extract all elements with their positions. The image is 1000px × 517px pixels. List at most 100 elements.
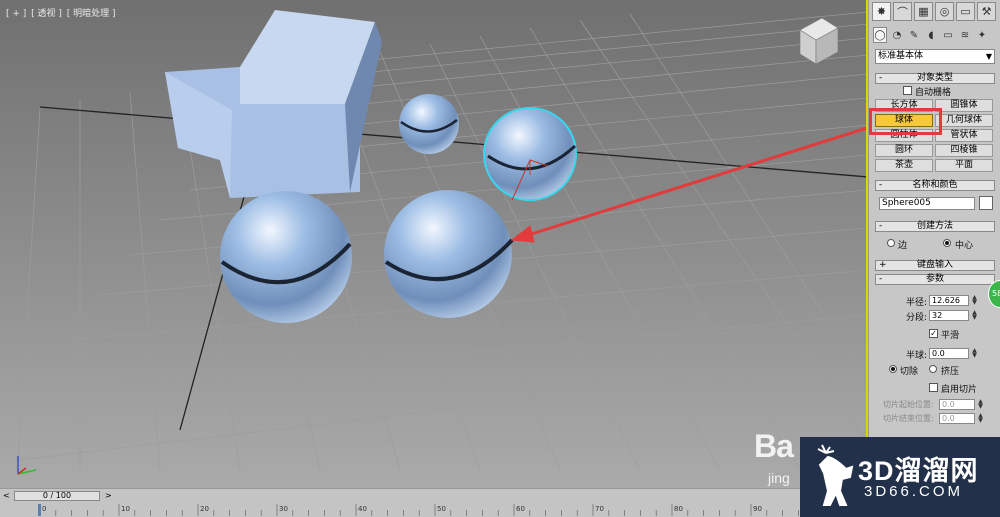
autogrid-checkbox[interactable] [903,86,912,95]
cameras-icon[interactable]: ◖ [924,27,938,43]
utilities-hammer-icon: ⚒ [981,5,992,18]
ruler-label: 60 [516,505,525,513]
chop-radio[interactable] [889,365,897,373]
systems-icon[interactable]: ✦ [975,27,989,43]
geometry-icon[interactable]: ◯ [873,27,887,43]
parameters-rollout-header[interactable]: - 参数 [875,274,995,285]
hierarchy-icon: ▦ [918,5,929,18]
edge-radio[interactable] [887,239,895,247]
category-dropdown[interactable]: 标准基本体 ▼ [875,49,995,64]
create-subcategory-bar: ◯ ◔ ✎ ◖ ▭ ≋ ✦ [873,27,989,43]
slice-from-label: 切片起始位置: [883,400,934,409]
create-tab[interactable]: ✸ [872,2,891,21]
display-tab[interactable]: ▭ [956,2,975,21]
radius-spinner-icon[interactable]: ▲ ▼ [971,295,978,306]
scene-canvas[interactable] [0,0,866,488]
object-type-rollout-header[interactable]: - 对象类型 [875,73,995,84]
keyboard-entry-title: 键盘输入 [916,260,953,270]
perspective-viewport[interactable]: [ + ] [ 透视 ] [ 明暗处理 ] Ba jing [0,0,868,488]
sphere-button-highlight [869,108,942,135]
motion-tab[interactable]: ◎ [935,2,954,21]
time-cursor [38,504,41,516]
radius-field[interactable]: 12.626 [929,295,969,306]
collapse-icon: - [879,73,883,83]
object-name-field[interactable]: Sphere005 [879,197,975,210]
sphere-object-right [384,190,514,318]
deer-logo-icon [817,444,854,506]
hemisphere-spinner-icon[interactable]: ▲ ▼ [971,348,978,359]
slice-on-checkbox[interactable] [929,383,938,392]
collapse-icon: - [879,180,883,190]
creation-method-title: 创建方法 [916,221,953,231]
viewcube-icon[interactable] [796,14,840,70]
slice-to-label: 切片结束位置: [883,414,934,423]
display-icon: ▭ [960,5,971,18]
slice-on-label: 启用切片 [941,385,978,395]
cone-button[interactable]: 圆锥体 [935,99,993,112]
hemisphere-field[interactable]: 0.0 [929,348,969,359]
slice-from-field[interactable]: 0.0 [939,399,975,410]
command-panel: ✸ ⌒ ▦ ◎ ▭ ⚒ ◯ ◔ ✎ ◖ ▭ ≋ ✦ 标准基本体 ▼ - 对象类型… [868,0,1000,488]
shapes-icon[interactable]: ◔ [890,27,904,43]
object-color-swatch[interactable] [979,196,993,210]
ruler-label: 20 [200,505,209,513]
slice-to-field[interactable]: 0.0 [939,413,975,424]
next-frame-icon[interactable]: > [105,491,112,500]
ruler-label: 90 [753,505,762,513]
ruler-label: 40 [358,505,367,513]
collapse-icon: - [879,221,883,231]
category-value: 标准基本体 [878,51,924,61]
pyramid-button[interactable]: 四棱锥 [935,144,993,157]
sphere-object-small [399,94,459,154]
torus-button[interactable]: 圆环 [875,144,933,157]
tube-button[interactable]: 管状体 [935,129,993,142]
segments-field[interactable]: 32 [929,310,969,321]
utilities-tab[interactable]: ⚒ [977,2,996,21]
helpers-icon[interactable]: ▭ [941,27,955,43]
axis-tripod-icon [17,456,37,475]
ruler-label: 10 [121,505,130,513]
expand-icon: + [879,260,887,270]
ruler-label: 80 [674,505,683,513]
sphere-object-left [220,191,352,323]
modify-tab[interactable]: ⌒ [893,2,912,21]
autogrid-label: 自动栅格 [915,88,952,98]
chevron-down-icon: ▼ [985,52,992,61]
prev-frame-icon[interactable]: < [3,491,10,500]
segments-label: 分段: [906,313,928,323]
slice-to-spinner-icon[interactable]: ▲ ▼ [977,413,984,424]
center-radio[interactable] [943,239,951,247]
object-type-title: 对象类型 [916,73,953,83]
ruler-label: 50 [437,505,446,513]
squash-radio[interactable] [929,365,937,373]
hierarchy-tab[interactable]: ▦ [914,2,933,21]
radius-label: 半径: [906,298,928,308]
edge-label: 边 [898,241,908,251]
smooth-checkbox[interactable]: ✓ [929,329,938,338]
ruler-label: 0 [42,505,46,513]
sphere-object-selected [483,107,577,201]
teapot-button[interactable]: 茶壶 [875,159,933,172]
slice-from-spinner-icon[interactable]: ▲ ▼ [977,399,984,410]
motion-icon: ◎ [939,5,950,18]
creation-method-rollout-header[interactable]: - 创建方法 [875,221,995,232]
baidu-jingyan-watermark: jing [768,470,790,486]
center-label: 中心 [955,241,974,251]
baidu-watermark: Ba [754,428,794,464]
plane-button[interactable]: 平面 [935,159,993,172]
keyboard-entry-rollout-header[interactable]: + 键盘输入 [875,260,995,271]
hemisphere-label: 半球: [906,351,928,361]
name-color-rollout-header[interactable]: - 名称和颜色 [875,180,995,191]
collapse-icon: - [879,274,883,284]
parameters-title: 参数 [925,274,944,284]
smooth-label: 平滑 [941,331,960,341]
segments-spinner-icon[interactable]: ▲ ▼ [971,310,978,321]
squash-label: 挤压 [941,367,960,377]
lights-icon[interactable]: ✎ [907,27,921,43]
time-slider[interactable]: 0 / 100 [14,491,100,501]
chop-label: 切除 [900,367,919,377]
geosphere-button[interactable]: 几何球体 [935,114,993,127]
ruler-label: 30 [279,505,288,513]
box-object [165,10,382,198]
space-warps-icon[interactable]: ≋ [958,27,972,43]
